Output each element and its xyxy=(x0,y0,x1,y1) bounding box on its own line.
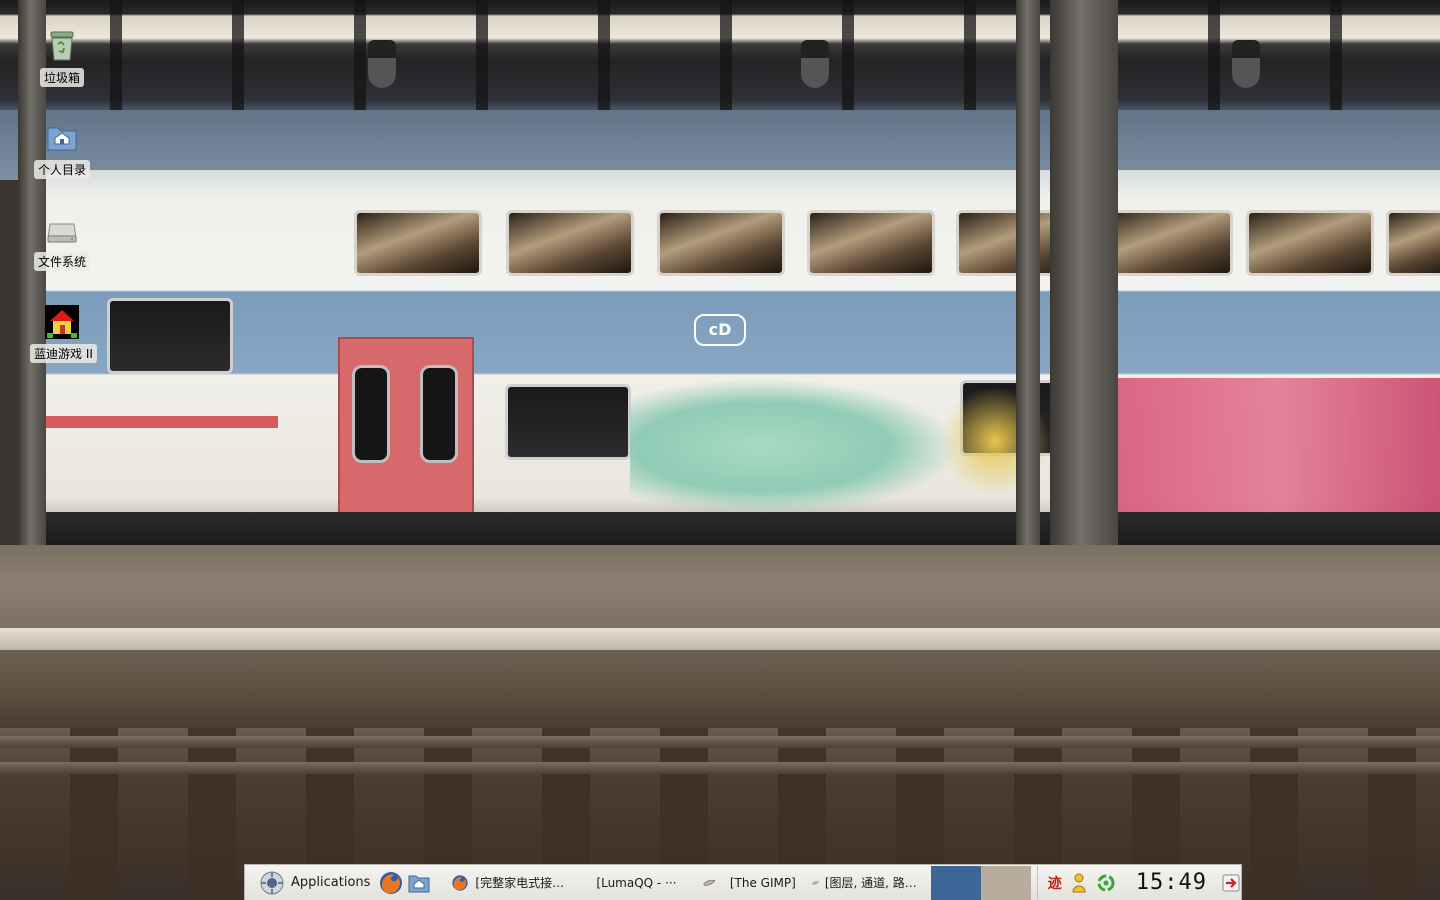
wallpaper-door-window xyxy=(352,365,390,463)
logout-button[interactable] xyxy=(1221,873,1241,893)
input-method-label: 迹 xyxy=(1047,875,1062,892)
wallpaper-red-stripe xyxy=(30,416,278,428)
desktop-icon-filesystem[interactable]: 文件系统 xyxy=(30,212,94,271)
harddisk-icon xyxy=(47,223,77,243)
wallpaper-rail xyxy=(0,736,1440,748)
applications-menu[interactable]: Applications xyxy=(245,866,376,900)
gnome-foot-icon xyxy=(260,871,284,894)
wallpaper-pillar xyxy=(1016,0,1040,560)
wallpaper-graffiti xyxy=(630,378,960,516)
wallpaper-lamp xyxy=(368,40,396,88)
workspace-1[interactable] xyxy=(930,865,981,900)
wallpaper-train-window xyxy=(505,384,631,460)
desktop-icon-label: 蓝迪游戏 II xyxy=(30,344,97,363)
wallpaper-graffiti xyxy=(1118,378,1440,514)
applications-label: Applications xyxy=(291,875,371,890)
update-icon[interactable] xyxy=(1096,873,1116,893)
input-method-icon[interactable]: 迹 xyxy=(1048,873,1062,893)
logout-icon xyxy=(1222,874,1240,891)
firefox-icon xyxy=(379,871,402,894)
wallpaper-train-window xyxy=(107,298,233,374)
desktop: cD 垃圾箱 个人目录 文件系统 蓝迪游戏 II Applications [完… xyxy=(0,0,1440,900)
user-status-icon[interactable] xyxy=(1070,872,1088,894)
desktop-icon-label: 个人目录 xyxy=(33,160,90,179)
taskbar-button[interactable]: [完整家电式接… xyxy=(443,866,580,900)
wallpaper-platform-edge xyxy=(0,628,1440,650)
wallpaper-platform-wall xyxy=(0,650,1440,730)
desktop-icon-label: 文件系统 xyxy=(33,252,90,271)
wallpaper-train-window xyxy=(506,210,634,276)
trash-icon xyxy=(50,31,74,61)
taskbar-button-label: [图层, 通道, 路… xyxy=(824,876,917,890)
wallpaper-platform xyxy=(0,545,1440,635)
taskbar-button[interactable]: [图层, 通道, 路… xyxy=(804,866,925,900)
workspace-2[interactable] xyxy=(980,865,1031,900)
firefox-icon xyxy=(452,874,469,891)
wallpaper-train-window xyxy=(1246,210,1374,276)
desktop-icon-label: 垃圾箱 xyxy=(39,68,84,87)
desktop-icon-game[interactable]: 蓝迪游戏 II xyxy=(30,304,97,363)
wallpaper-train-window xyxy=(657,210,785,276)
home-folder-icon xyxy=(408,875,430,892)
taskbar-button-label: [The GIMP] xyxy=(729,875,796,890)
taskbar-button-label: [完整家电式接… xyxy=(475,876,565,890)
notification-area: 迹 xyxy=(1036,865,1126,900)
desktop-icon-trash[interactable]: 垃圾箱 xyxy=(30,28,94,87)
wallpaper-train-window xyxy=(354,210,482,276)
wallpaper-lamp xyxy=(801,40,829,88)
gimp-icon xyxy=(703,879,716,886)
game-house-icon xyxy=(45,305,79,339)
gimp-icon xyxy=(811,880,819,885)
desktop-icon-home[interactable]: 个人目录 xyxy=(30,120,94,179)
home-folder-icon xyxy=(47,127,77,151)
wallpaper-rail xyxy=(0,762,1440,774)
wallpaper-train-window xyxy=(1105,210,1233,276)
firefox-launcher[interactable] xyxy=(376,866,404,900)
taskbar-button[interactable]: [The GIMP] xyxy=(695,866,804,900)
home-launcher[interactable] xyxy=(405,866,433,900)
wallpaper-pillar xyxy=(1050,0,1118,560)
workspace-switcher xyxy=(930,865,1031,900)
wallpaper-cd-logo: cD xyxy=(694,314,746,346)
taskbar-button[interactable]: [LumaQQ - ··· xyxy=(580,866,695,900)
wallpaper-train-window xyxy=(1386,210,1440,276)
clock[interactable]: 15:49 xyxy=(1136,870,1207,895)
wallpaper-door-window xyxy=(420,365,458,463)
taskbar-button-label: [LumaQQ - ··· xyxy=(596,875,677,890)
wallpaper-train-window xyxy=(807,210,935,276)
wallpaper-lamp xyxy=(1232,40,1260,88)
bottom-panel: Applications [完整家电式接… [LumaQQ - ··· [The… xyxy=(244,864,1242,900)
